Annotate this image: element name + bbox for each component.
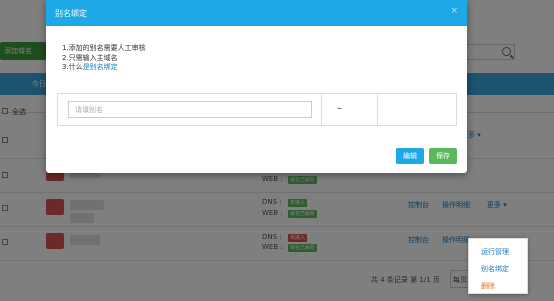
tip-line: 3.什么是别名绑定 — [62, 63, 146, 73]
divider — [377, 94, 378, 125]
dropdown-item-delete[interactable]: 删除 — [481, 281, 495, 291]
alias-binding-modal: 别名绑定 × 1.添加的别名需要人工审核 2.只需输入主域名 3.什么是别名绑定… — [46, 0, 467, 173]
divider — [321, 94, 322, 125]
tip-line: 1.添加的别名需要人工审核 — [62, 44, 146, 52]
modal-title: 别名绑定 — [55, 9, 87, 18]
tip-line: 2.只需输入主域名 — [62, 53, 118, 62]
tip-text: 3.什么 — [62, 63, 83, 71]
tips-list: 1.添加的别名需要人工审核 2.只需输入主域名 3.什么是别名绑定 — [62, 44, 146, 73]
dropdown-item-alias-binding[interactable]: 别名绑定 — [481, 264, 509, 274]
alias-domain-input[interactable] — [68, 101, 312, 118]
alias-help-link[interactable]: 是别名绑定 — [83, 63, 118, 71]
modal-header: 别名绑定 × — [46, 0, 467, 26]
dash-separator: – — [337, 103, 342, 114]
edit-button[interactable]: 编辑 — [396, 148, 424, 164]
save-button[interactable]: 保存 — [429, 148, 457, 164]
row-more-dropdown: 运行管理 别名绑定 删除 — [468, 238, 528, 294]
close-icon[interactable]: × — [450, 6, 458, 16]
alias-form-row: – — [57, 93, 457, 126]
dropdown-item-run-manage[interactable]: 运行管理 — [481, 247, 509, 257]
